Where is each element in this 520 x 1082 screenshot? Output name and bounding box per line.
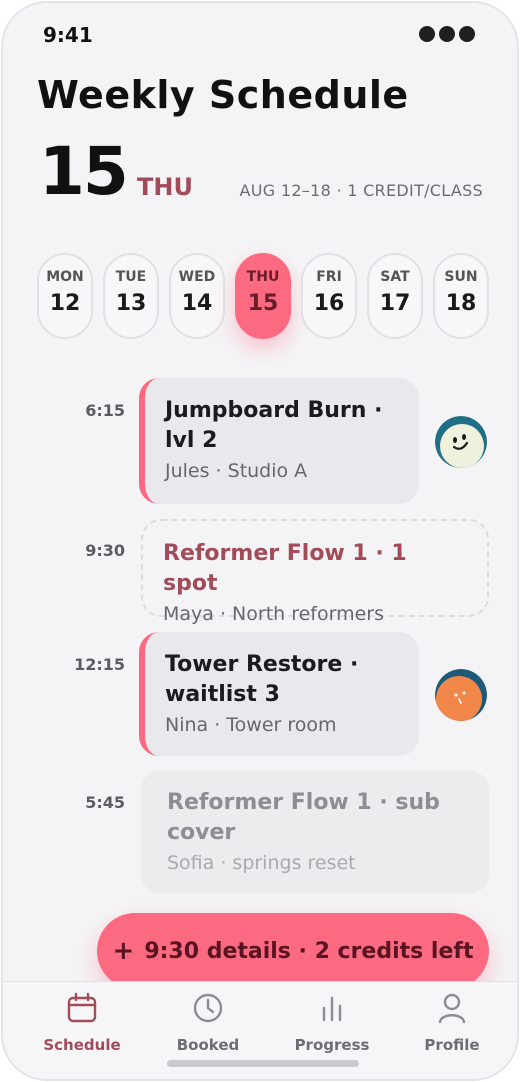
day-pill-sat[interactable]: SAT 17 <box>367 253 423 339</box>
class-time: 6:15 <box>85 401 125 420</box>
day-pill-dow: WED <box>178 269 216 285</box>
details-cta-button[interactable]: + 9:30 details · 2 credits left <box>97 913 489 989</box>
class-card-reformer-sub[interactable]: Reformer Flow 1 · sub cover Sofia · spri… <box>141 770 489 894</box>
day-pill-dow: SAT <box>380 269 410 285</box>
day-pill-num: 18 <box>445 291 477 316</box>
day-pill-num: 16 <box>313 291 345 316</box>
class-instructor: Nina · Tower room <box>165 714 337 736</box>
week-range: AUG 12–18 · 1 CREDIT/CLASS <box>239 181 483 200</box>
class-time: 9:30 <box>85 541 125 560</box>
class-time: 5:45 <box>85 793 125 812</box>
class-title: Reformer Flow 1 · sub cover <box>167 790 440 845</box>
class-time: 12:15 <box>74 655 125 674</box>
day-pill-num: 13 <box>115 291 147 316</box>
clock-icon <box>192 992 224 1028</box>
day-pill-wed[interactable]: WED 14 <box>169 253 225 339</box>
tab-progress[interactable]: Progress <box>277 992 387 1054</box>
status-dot-icon <box>419 26 435 42</box>
class-title: Reformer Flow 1 · 1 spot <box>163 541 407 596</box>
phone-frame: 9:41 Weekly Schedule 15 THU AUG 12–18 · … <box>1 1 519 1081</box>
class-instructor: Maya · North reformers <box>163 603 385 625</box>
class-card-jumpboard[interactable]: Jumpboard Burn · lvl 2 Jules · Studio A <box>139 378 419 504</box>
day-pill-mon[interactable]: MON 12 <box>37 253 93 339</box>
instructor-avatar <box>435 669 487 721</box>
day-pill-num: 12 <box>49 291 81 316</box>
day-pill-dow: FRI <box>316 269 342 285</box>
calendar-icon <box>66 992 98 1028</box>
status-icons <box>419 26 475 42</box>
chart-icon <box>316 992 348 1028</box>
tab-schedule[interactable]: Schedule <box>27 992 137 1054</box>
class-instructor: Sofia · springs reset <box>167 852 356 874</box>
day-pill-thu[interactable]: THU 15 <box>235 253 291 339</box>
status-dot-icon <box>459 26 475 42</box>
page-title: Weekly Schedule <box>37 73 409 117</box>
home-indicator <box>167 1060 359 1067</box>
day-pill-tue[interactable]: TUE 13 <box>103 253 159 339</box>
class-instructor: Jules · Studio A <box>165 460 308 482</box>
plus-icon: + <box>112 936 135 966</box>
tab-booked[interactable]: Booked <box>153 992 263 1054</box>
person-icon <box>436 992 468 1028</box>
day-pill-dow: MON <box>46 269 84 285</box>
cta-label: 9:30 details · 2 credits left <box>144 938 474 964</box>
tab-profile[interactable]: Profile <box>397 992 507 1054</box>
day-pill-dow: THU <box>246 269 280 285</box>
class-card-tower[interactable]: Tower Restore · waitlist 3 Nina · Tower … <box>139 632 419 756</box>
tab-label: Progress <box>294 1036 370 1054</box>
status-time: 9:41 <box>43 23 93 47</box>
class-title: Tower Restore · waitlist 3 <box>165 652 359 707</box>
class-title: Jumpboard Burn · lvl 2 <box>165 398 383 453</box>
day-pill-fri[interactable]: FRI 16 <box>301 253 357 339</box>
day-pill-num: 15 <box>247 291 279 316</box>
day-pill-dow: SUN <box>444 269 478 285</box>
selected-day-name: THU <box>137 173 193 201</box>
status-dot-icon <box>439 26 455 42</box>
day-pill-num: 17 <box>379 291 411 316</box>
day-strip: MON 12 TUE 13 WED 14 THU 15 FRI 16 SAT 1… <box>37 253 489 339</box>
class-card-reformer-open[interactable]: Reformer Flow 1 · 1 spot Maya · North re… <box>141 519 489 625</box>
instructor-avatar <box>435 416 487 468</box>
tab-label: Schedule <box>43 1036 121 1054</box>
selected-day-number: 15 <box>39 133 129 210</box>
tab-label: Booked <box>176 1036 240 1054</box>
tab-label: Profile <box>424 1036 480 1054</box>
day-pill-num: 14 <box>181 291 213 316</box>
day-pill-dow: TUE <box>115 269 147 285</box>
day-pill-sun[interactable]: SUN 18 <box>433 253 489 339</box>
